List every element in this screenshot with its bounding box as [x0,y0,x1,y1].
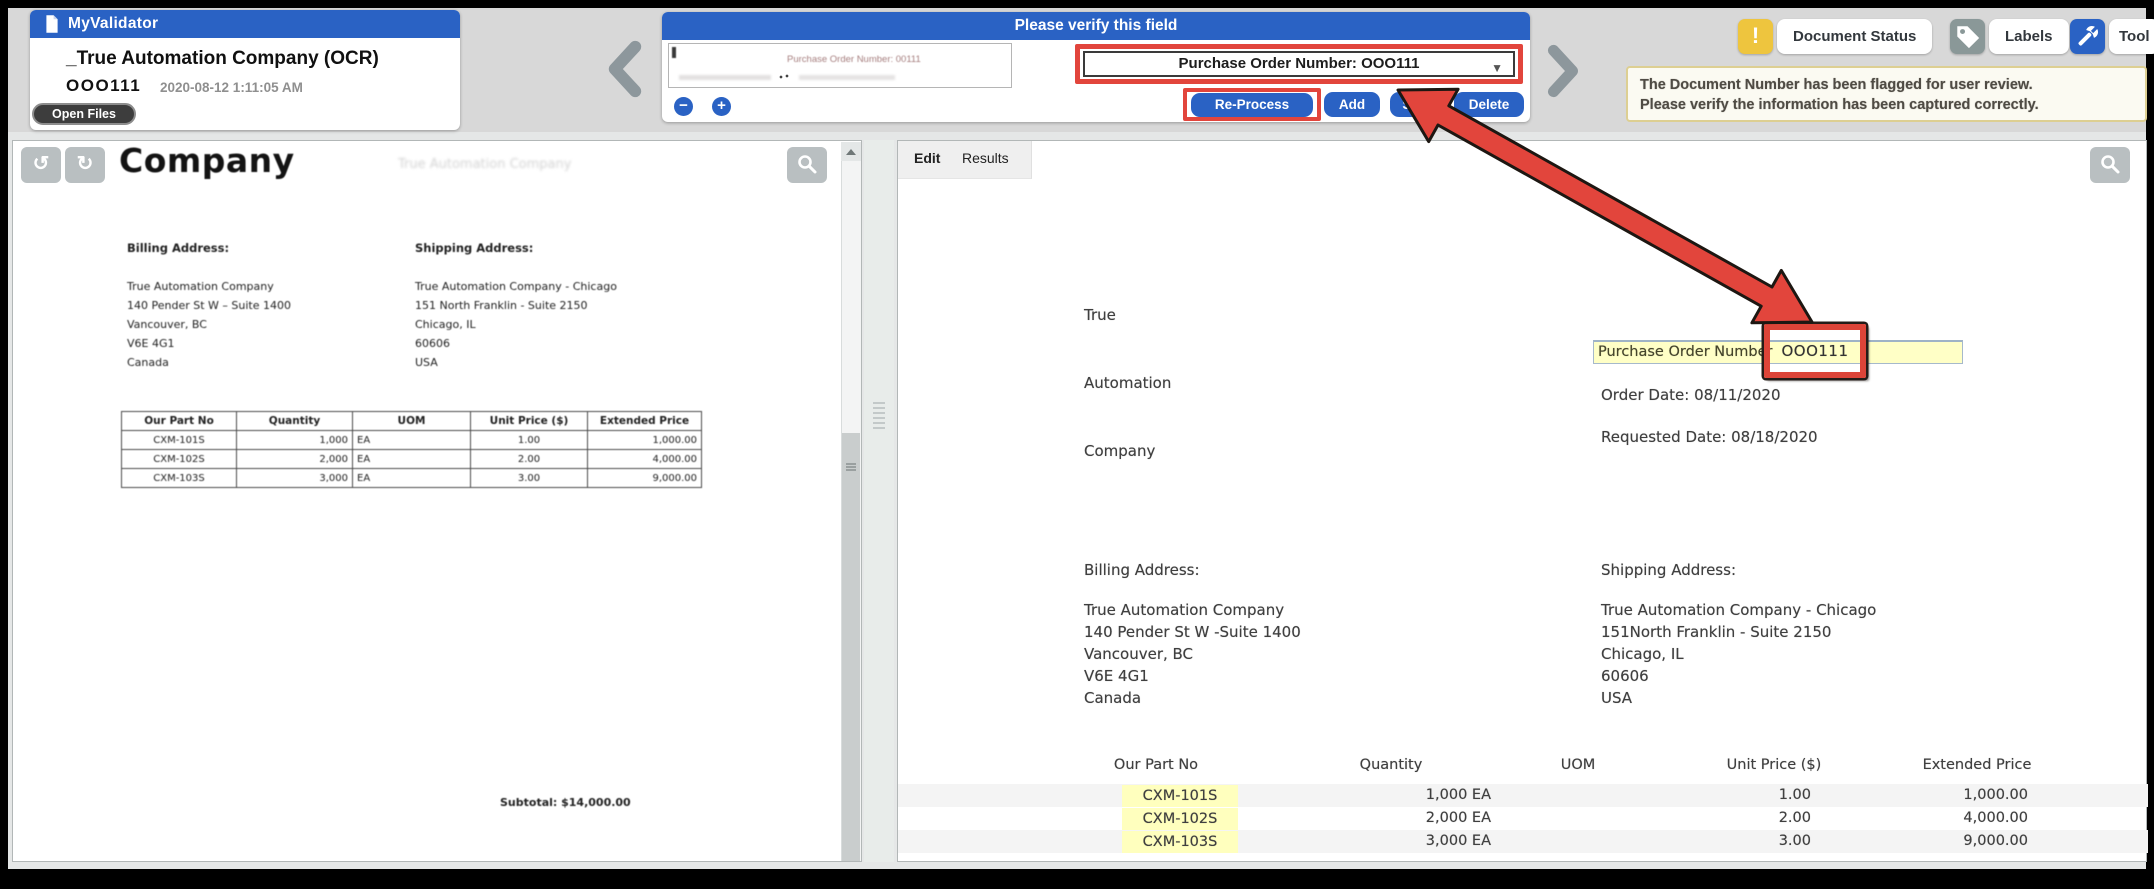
reprocess-button[interactable]: Re-Process [1191,93,1313,117]
snippet-faint-dots [779,74,789,80]
redo-button[interactable]: ↻ [65,147,105,183]
scrollbar-grip [846,463,856,472]
zoom-in-button[interactable]: + [712,97,731,116]
review-tooltip: The Document Number has been flagged for… [1626,66,2147,122]
verify-card-title: Please verify this field [662,17,1530,35]
labels-button[interactable]: Labels [1989,19,2069,54]
scan-subtotal: Subtotal: $14,000.00 [500,796,631,809]
document-icon [44,14,60,34]
app-card: MyValidator _True Automation Company (OC… [30,10,460,130]
part-no-highlight: CXM-101S [1122,785,1238,807]
add-button[interactable]: Add [1324,92,1380,117]
doc-word-true: True [1084,306,1116,324]
table-row: CXM-101S 1,000 EA 1.00 1,000.00 [122,431,702,450]
scrollbar-up-arrow[interactable] [841,142,861,161]
tools-wrench-icon[interactable] [2070,19,2105,54]
app-card-header: MyValidator [30,10,460,38]
billing-address-block: True Automation Company 140 Pender St W … [1084,599,1301,709]
order-date-field: Order Date: 08/11/2020 [1601,386,1781,404]
scanned-document: Company True Automation Company Billing … [13,141,833,861]
open-files-button[interactable]: Open Files [32,103,136,125]
po-field-value: OOO111 [1781,342,1848,360]
magnifier-icon [2098,152,2122,176]
scrollbar-thumb[interactable] [842,433,860,861]
undo-button[interactable]: ↺ [21,147,61,183]
right-panel-zoom-button[interactable] [2090,147,2130,183]
scan-faint-header-text: True Automation Company [398,157,571,172]
left-panel-zoom-button[interactable] [787,147,827,183]
part-no-highlight: CXM-103S [1122,831,1238,853]
table-header-row: Our Part No Quantity UOM Unit Price ($) … [122,412,702,431]
chevron-down-icon: ▼ [1491,57,1503,79]
panel-splitter[interactable] [864,140,894,862]
document-status-icon[interactable]: ! [1738,19,1773,54]
shipping-address-block: True Automation Company - Chicago 151Nor… [1601,599,1876,709]
scan-company-heading: Company [119,141,295,180]
tag-icon [1950,19,1985,54]
labels-tag-icon[interactable] [1950,19,1985,54]
extracted-data-panel: Edit Results True Automation Company Pur… [897,140,2147,862]
delete-button[interactable]: Delete [1454,92,1524,117]
col-header-part: Our Part No [1056,757,1256,773]
po-field-label: Purchase Order Number [1598,344,1773,360]
wrench-icon [2070,19,2105,54]
billing-address-label: Billing Address: [1084,561,1200,579]
magnifier-icon [795,152,819,176]
verify-card-header: Please verify this field [662,12,1530,40]
doc-word-automation: Automation [1084,374,1171,392]
tools-button[interactable]: Tool [2109,19,2154,54]
field-snippet-thumbnail[interactable]: Purchase Order Number: 00111 [668,43,1012,88]
document-status-button[interactable]: Document Status [1777,19,1932,54]
document-image-panel: Company True Automation Company Billing … [12,140,862,862]
split-button[interactable]: Split [1390,92,1444,117]
snippet-mark [672,47,676,58]
verify-field-card: Please verify this field Purchase Order … [662,12,1530,122]
col-header-uom: UOM [1478,757,1678,773]
splitter-grip [873,402,885,430]
scan-shipping-label: Shipping Address: [415,241,533,255]
document-timestamp: 2020-08-12 1:11:05 AM [160,80,303,95]
shipping-address-label: Shipping Address: [1601,561,1736,579]
app-title: MyValidator [68,15,158,33]
table-row: CXM-102S 2,000 EA 2.00 4,000.00 [122,450,702,469]
zoom-out-button[interactable]: − [674,97,693,116]
table-row: CXM-103S 3,000 EA 3.00 9,000.00 [122,469,702,488]
po-value-annotation-box: OOO111 [1764,324,1866,378]
part-no-highlight: CXM-102S [1122,808,1238,830]
field-dropdown[interactable]: Purchase Order Number: OOO111 ▼ [1083,51,1515,77]
doc-word-company: Company [1084,442,1155,460]
snippet-faint-line2 [799,75,895,80]
document-title: _True Automation Company (OCR) [66,48,379,70]
document-number: OOO111 [66,76,141,96]
scan-line-items-table: Our Part No Quantity UOM Unit Price ($) … [121,411,702,488]
snippet-faint-line [679,75,771,80]
snippet-text: Purchase Order Number: 00111 [787,54,921,65]
previous-field-chevron[interactable] [604,40,646,98]
requested-date-field: Requested Date: 08/18/2020 [1601,428,1818,446]
rendered-document: True Automation Company Purchase Order N… [898,141,2148,863]
col-header-extended-price: Extended Price [1877,757,2077,773]
scan-shipping-address: True Automation Company - Chicago 151 No… [415,277,617,372]
scan-billing-address: True Automation Company 140 Pender St W … [127,277,291,372]
col-header-unit-price: Unit Price ($) [1674,757,1874,773]
tooltip-line-2: Please verify the information has been c… [1640,95,2133,115]
col-header-quantity: Quantity [1291,757,1491,773]
app-window: MyValidator _True Automation Company (OC… [0,0,2154,889]
field-dropdown-value: Purchase Order Number: OOO111 [1179,55,1420,72]
next-field-chevron[interactable] [1544,44,1582,98]
scan-billing-label: Billing Address: [127,241,229,255]
tooltip-line-1: The Document Number has been flagged for… [1640,75,2133,95]
